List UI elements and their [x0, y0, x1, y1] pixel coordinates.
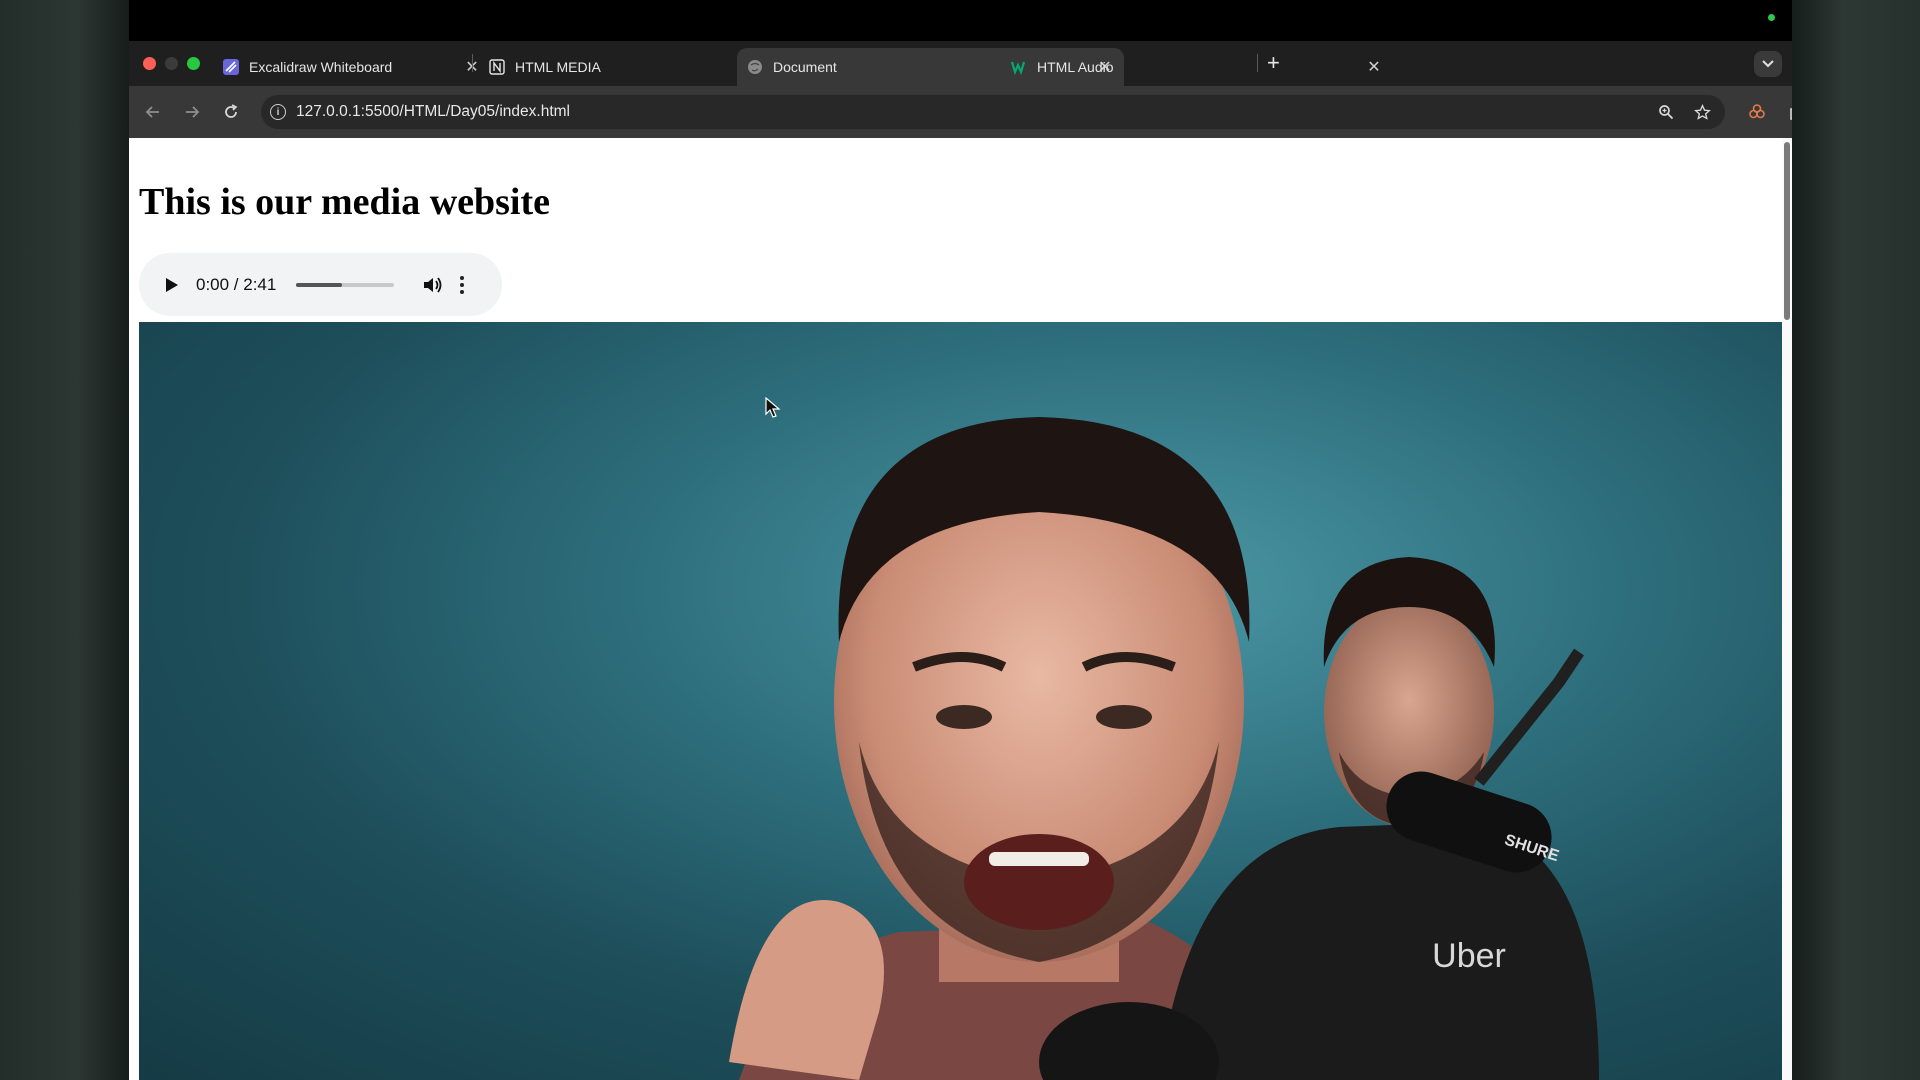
audio-seek-fill: [296, 282, 343, 287]
tab-title: Excalidraw Whiteboard: [249, 59, 393, 75]
arrow-right-icon: [186, 106, 200, 118]
tab-divider: [1257, 54, 1258, 72]
audio-seek-slider[interactable]: [296, 282, 395, 287]
audio-options-icon[interactable]: [460, 275, 465, 294]
zoom-icon[interactable]: [1653, 104, 1679, 120]
arrow-left-icon: [145, 106, 159, 118]
scrollbar-thumb[interactable]: [1784, 142, 1790, 320]
browser-toolbar: i 127.0.0.1:5500/HTML/Day05/index.html R: [129, 86, 1792, 138]
menu-bar: [129, 0, 1792, 41]
forward-button[interactable]: [180, 100, 204, 124]
tab-divider: [472, 54, 473, 72]
globe-icon: [747, 59, 763, 75]
back-button[interactable]: [141, 100, 165, 124]
desktop-background-left: [0, 0, 129, 1080]
excalidraw-icon: [223, 59, 239, 75]
play-icon[interactable]: [166, 277, 178, 292]
page-content: This is our media website 0:00 / 2:41 SH…: [129, 138, 1792, 1080]
url-text[interactable]: 127.0.0.1:5500/HTML/Day05/index.html: [296, 103, 1653, 121]
extension-flower-icon[interactable]: [1745, 100, 1769, 124]
bookmark-star-icon[interactable]: [1689, 103, 1715, 121]
maximize-window-button[interactable]: [187, 57, 200, 70]
site-info-icon[interactable]: i: [270, 104, 286, 120]
address-bar[interactable]: i 127.0.0.1:5500/HTML/Day05/index.html: [261, 95, 1725, 129]
shirt-logo-text: Uber: [1432, 937, 1506, 975]
reload-button[interactable]: [219, 100, 243, 124]
notion-icon: [489, 59, 505, 75]
w3schools-icon: [1011, 59, 1027, 75]
recording-indicator: [1768, 14, 1775, 21]
chevron-down-icon: [1762, 60, 1774, 68]
page-heading: This is our media website: [139, 181, 551, 223]
close-window-button[interactable]: [143, 57, 156, 70]
new-tab-button[interactable]: +: [1267, 49, 1280, 77]
audio-player[interactable]: 0:00 / 2:41: [139, 253, 502, 316]
video-frame-image: SHURE Uber: [729, 417, 1599, 1080]
browser-window: Excalidraw Whiteboard ✕ HTML MEDIA ✕ Doc…: [129, 0, 1792, 1080]
extensions-puzzle-icon[interactable]: [1785, 100, 1792, 124]
minimize-window-button[interactable]: [165, 57, 178, 70]
tab-search-button[interactable]: [1754, 51, 1782, 77]
desktop-background-right: [1792, 0, 1920, 1080]
scrollbar-track[interactable]: [1782, 138, 1792, 1080]
tab-strip: Excalidraw Whiteboard ✕ HTML MEDIA ✕ Doc…: [129, 41, 1792, 86]
audio-time: 0:00 / 2:41: [196, 274, 277, 294]
volume-icon[interactable]: [422, 276, 442, 294]
video-player[interactable]: SHURE Uber: [139, 322, 1792, 1080]
tab-title: HTML Audio: [1037, 59, 1114, 75]
reload-icon: [225, 104, 238, 118]
tab-html-audio[interactable]: HTML Audio ✕: [1001, 48, 1393, 86]
tab-excalidraw[interactable]: Excalidraw Whiteboard ✕: [213, 48, 491, 86]
close-tab-icon[interactable]: ✕: [1365, 57, 1383, 77]
mouse-cursor-icon: [765, 397, 781, 418]
